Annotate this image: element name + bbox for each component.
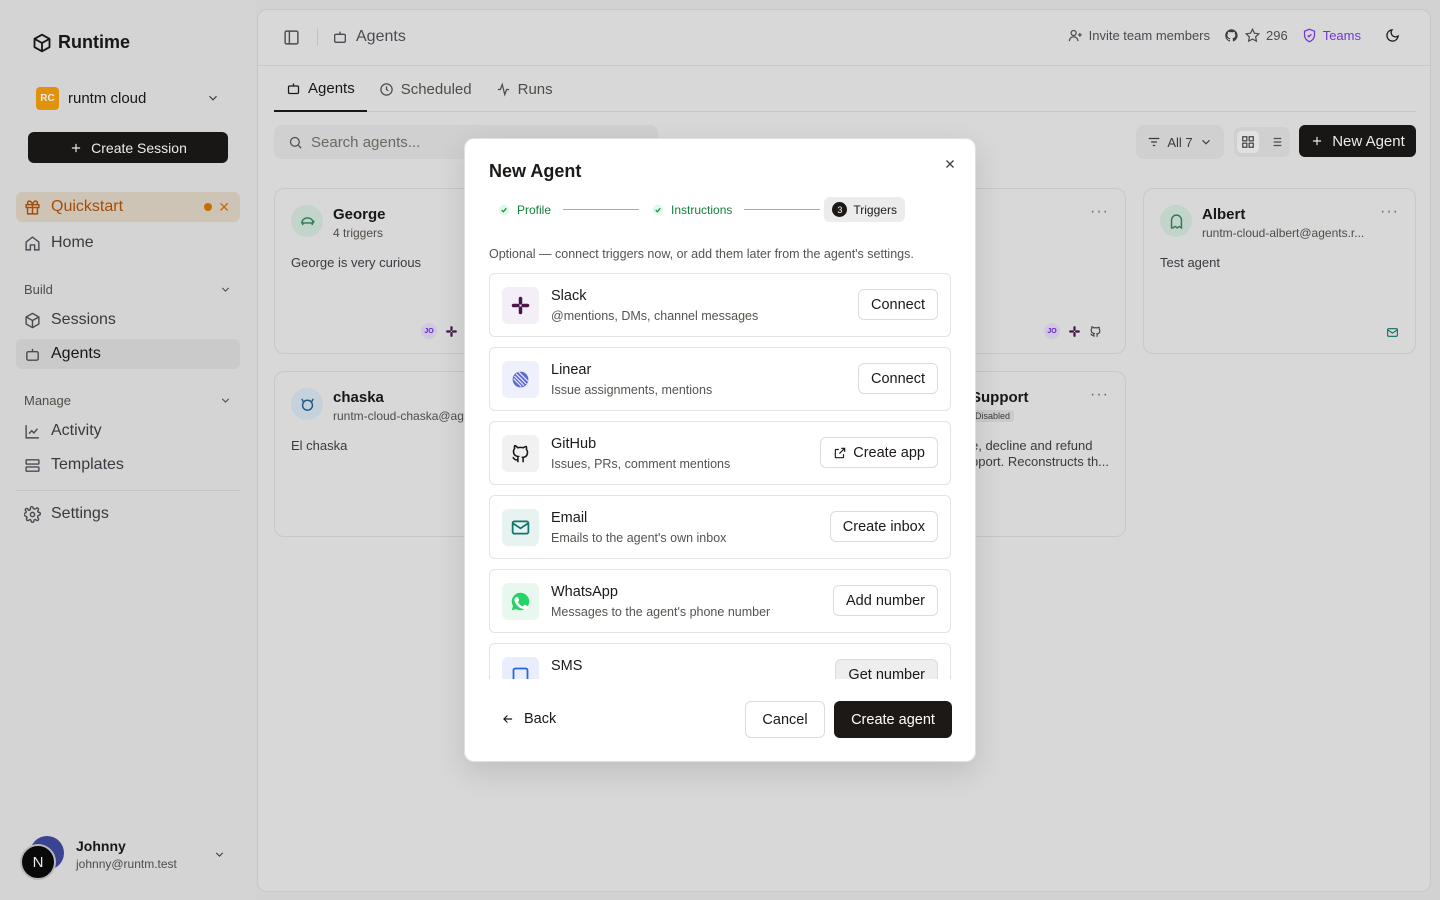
- trigger-row-slack: Slack @mentions, DMs, channel messages C…: [489, 273, 951, 337]
- arrow-left-icon: [503, 715, 513, 723]
- trigger-row-github: GitHub Issues, PRs, comment mentions Cre…: [489, 421, 951, 485]
- back-button[interactable]: Back: [501, 711, 556, 727]
- step-label: Profile: [517, 202, 552, 217]
- trigger-description: @mentions, DMs, channel messages: [551, 309, 759, 323]
- sms-icon: [512, 667, 529, 679]
- trigger-description: Emails to the agent's own inbox: [551, 531, 727, 545]
- github-icon: [512, 444, 529, 463]
- new-agent-dialog: New Agent Profile Instructions 3 Trigger…: [464, 138, 976, 762]
- trigger-description: Issues, PRs, comment mentions: [551, 457, 731, 471]
- trigger-list[interactable]: Slack @mentions, DMs, channel messages C…: [489, 273, 952, 679]
- step-profile[interactable]: Profile: [489, 197, 559, 222]
- external-link-icon: [835, 447, 846, 458]
- step-triggers[interactable]: 3 Triggers: [824, 197, 905, 222]
- create-inbox-button[interactable]: Create inbox: [829, 511, 938, 542]
- dialog-subtitle: Optional — connect triggers now, or add …: [489, 247, 914, 261]
- close-icon[interactable]: [943, 157, 957, 171]
- check-circle-icon: [652, 204, 664, 215]
- get-number-button[interactable]: Get number: [835, 659, 938, 679]
- linear-icon: [512, 371, 529, 388]
- trigger-name: WhatsApp: [551, 584, 618, 600]
- connect-slack-button[interactable]: Connect: [857, 289, 938, 320]
- whatsapp-icon: [511, 592, 530, 611]
- trigger-icon-tile: [502, 435, 539, 472]
- connect-linear-button[interactable]: Connect: [857, 363, 938, 394]
- step-connector: [744, 209, 821, 210]
- trigger-name: Slack: [551, 288, 587, 304]
- trigger-row-sms: SMS Get number: [489, 643, 951, 679]
- slack-icon: [511, 296, 530, 315]
- create-github-app-button[interactable]: Create app: [820, 437, 938, 468]
- mail-icon: [511, 520, 530, 535]
- stepper: Profile Instructions 3 Triggers: [489, 197, 905, 222]
- trigger-icon-tile: [502, 583, 539, 620]
- trigger-name: SMS: [551, 658, 583, 674]
- trigger-name: GitHub: [551, 436, 597, 452]
- trigger-name: Email: [551, 510, 588, 526]
- step-label: Triggers: [853, 202, 897, 217]
- step-label: Instructions: [671, 202, 733, 217]
- check-circle-icon: [498, 204, 510, 215]
- step-instructions[interactable]: Instructions: [643, 197, 740, 222]
- step-number: 3: [832, 202, 848, 217]
- step-connector: [563, 209, 640, 210]
- back-label: Back: [524, 711, 557, 727]
- trigger-icon-tile: [502, 361, 539, 398]
- button-label: Create app: [853, 444, 925, 461]
- create-agent-button[interactable]: Create agent: [834, 701, 952, 738]
- trigger-name: Linear: [551, 362, 592, 378]
- trigger-icon-tile: [502, 657, 539, 679]
- trigger-row-email: Email Emails to the agent's own inbox Cr…: [489, 495, 951, 559]
- add-number-button[interactable]: Add number: [833, 585, 938, 616]
- cancel-button[interactable]: Cancel: [745, 701, 825, 738]
- trigger-row-whatsapp: WhatsApp Messages to the agent's phone n…: [489, 569, 951, 633]
- trigger-description: Issue assignments, mentions: [551, 383, 713, 397]
- trigger-icon-tile: [502, 287, 539, 324]
- dialog-title: New Agent: [489, 161, 582, 181]
- trigger-row-linear: Linear Issue assignments, mentions Conne…: [489, 347, 951, 411]
- trigger-description: Messages to the agent's phone number: [551, 605, 771, 619]
- trigger-icon-tile: [502, 509, 539, 546]
